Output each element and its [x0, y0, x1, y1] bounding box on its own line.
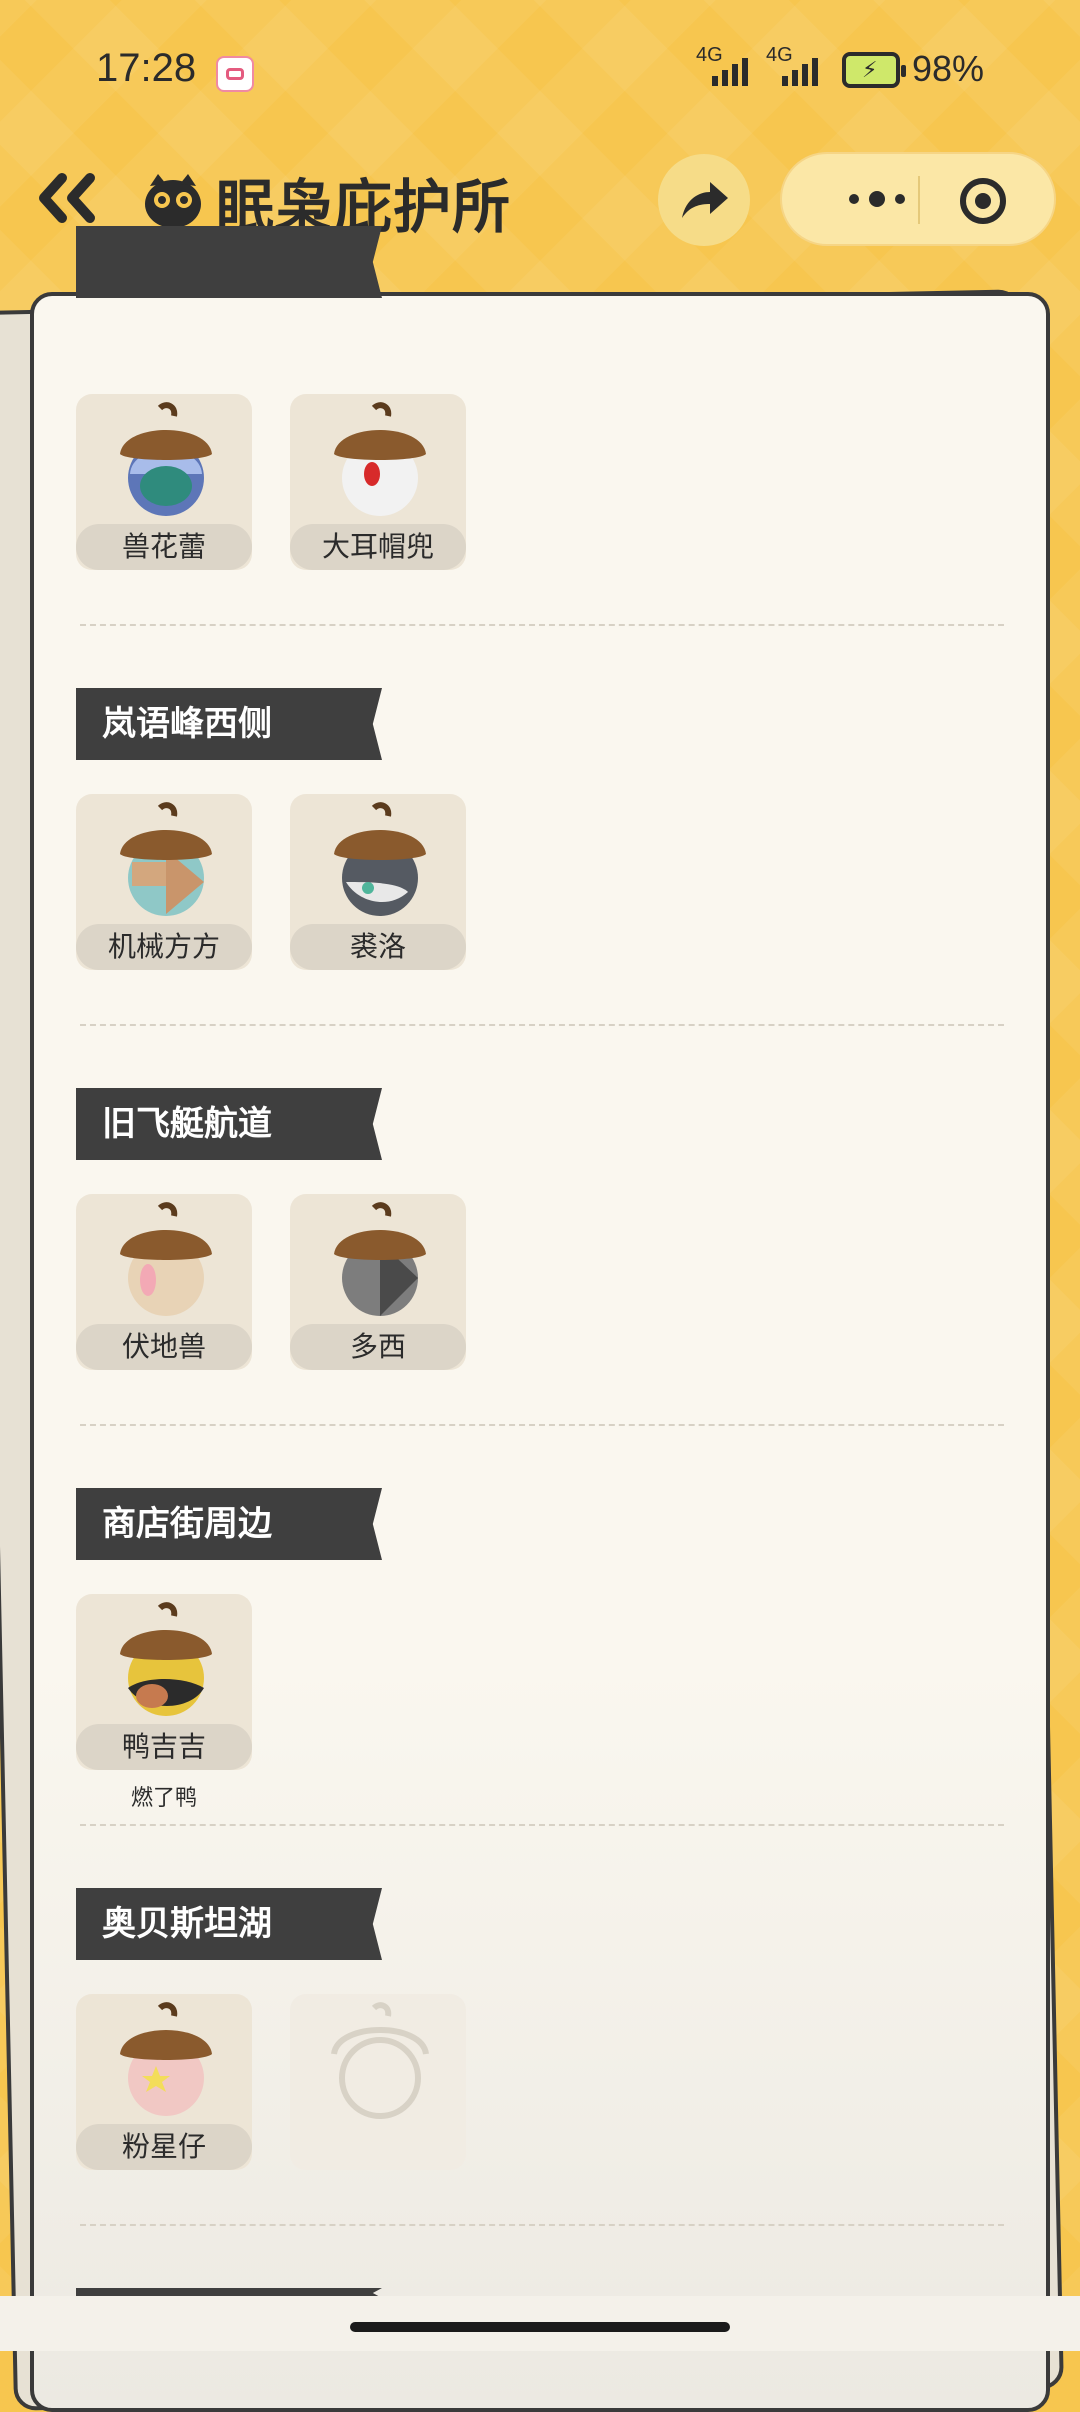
owl-logo-icon — [140, 166, 206, 232]
creature-card[interactable]: 大耳帽兜 — [290, 394, 466, 570]
miniprogram-capsule — [780, 152, 1056, 246]
creature-name: 多西 — [290, 1324, 466, 1370]
home-indicator[interactable] — [350, 2322, 730, 2332]
creature-card[interactable]: 兽花蕾 — [76, 394, 252, 570]
creature-name: 鸭吉吉 — [76, 1724, 252, 1770]
status-time: 17:28 — [96, 46, 197, 90]
battery-icon: ⚡ — [842, 52, 906, 88]
section-0-cards: 兽花蕾 大耳帽兜 — [76, 394, 466, 570]
section-1-cards: 机械方方 裘洛 — [76, 794, 466, 970]
creature-name: 兽花蕾 — [76, 524, 252, 570]
section-2-cards: 伏地兽 多西 — [76, 1194, 466, 1370]
section-divider — [80, 1824, 1004, 1826]
battery-percent: 98% — [912, 48, 985, 89]
creature-name: 机械方方 — [76, 924, 252, 970]
creature-card[interactable]: 鸭吉吉 — [76, 1594, 252, 1770]
share-arrow-icon — [682, 182, 728, 218]
acorn-icon — [120, 1602, 212, 1716]
back-button[interactable] — [32, 168, 102, 228]
acorn-outline-icon — [331, 2002, 429, 2119]
creature-name: 裘洛 — [290, 924, 466, 970]
acorn-icon — [120, 1202, 212, 1316]
creature-name: 大耳帽兜 — [290, 524, 466, 570]
target-circle-icon — [960, 178, 1006, 224]
acorn-icon — [120, 802, 212, 916]
creature-note: 燃了鸭 — [130, 1786, 197, 1811]
section-divider — [80, 1024, 1004, 1026]
creature-name: 粉星仔 — [76, 2124, 252, 2170]
signal-icon — [712, 58, 748, 86]
more-button[interactable] — [822, 170, 932, 228]
section-title: 旧飞艇航道 — [76, 1088, 382, 1160]
creature-card[interactable]: 多西 — [290, 1194, 466, 1370]
section-divider — [80, 1424, 1004, 1426]
section-3-cards: 鸭吉吉 — [76, 1594, 252, 1770]
empty-creature-slot[interactable] — [290, 1994, 466, 2170]
section-title: 岚语峰西侧 — [76, 688, 382, 760]
status-bar: 17:28 4G 4G ⚡ 98% — [0, 0, 1080, 140]
section-title: 奥贝斯坦湖 — [76, 1888, 382, 1960]
close-button[interactable] — [958, 176, 1008, 226]
acorn-icon — [120, 2002, 212, 2116]
creature-card[interactable]: 裘洛 — [290, 794, 466, 970]
capsule-divider — [918, 176, 920, 224]
creature-card[interactable]: 粉星仔 — [76, 1994, 252, 2170]
section-4-cards: 粉星仔 — [76, 1994, 466, 2170]
creature-card[interactable]: 伏地兽 — [76, 1194, 252, 1370]
section-divider — [80, 2224, 1004, 2226]
signal-icon — [782, 58, 818, 86]
double-chevron-left-icon — [39, 173, 95, 223]
bilibili-icon — [216, 56, 254, 92]
creature-name: 伏地兽 — [76, 1324, 252, 1370]
section-title: 商店街周边 — [76, 1488, 382, 1560]
section-divider — [80, 624, 1004, 626]
acorn-icon — [334, 802, 426, 916]
share-button[interactable] — [658, 154, 750, 246]
creature-card[interactable]: 机械方方 — [76, 794, 252, 970]
acorn-icon — [334, 1202, 426, 1316]
section-title — [76, 226, 382, 298]
acorn-icon — [334, 402, 426, 516]
acorn-icon — [120, 402, 212, 516]
